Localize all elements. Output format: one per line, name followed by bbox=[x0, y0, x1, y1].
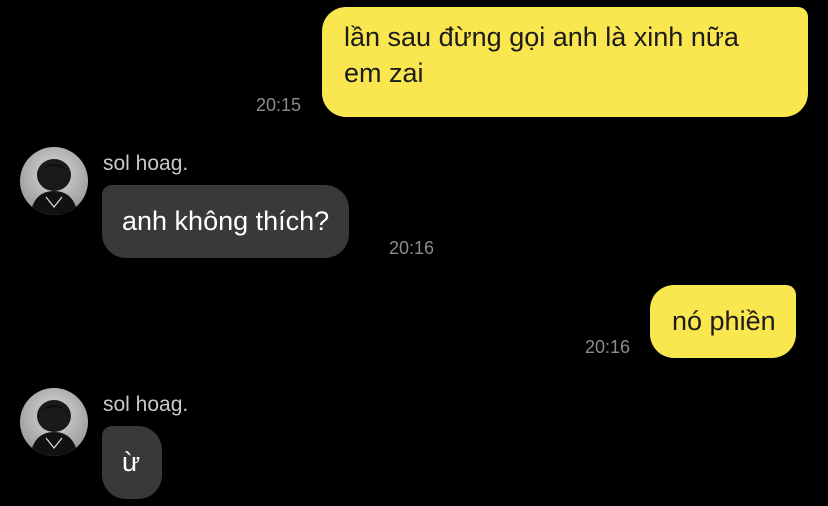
outgoing-message-bubble[interactable]: lần sau đừng gọi anh là xinh nữa em zai bbox=[322, 7, 808, 117]
timestamp: 20:16 bbox=[585, 337, 631, 357]
timestamp: 20:15 bbox=[256, 95, 302, 115]
sender-name: sol hoag. bbox=[103, 393, 189, 416]
incoming-message-bubble[interactable]: anh không thích? bbox=[102, 185, 350, 258]
message-text-line: lần sau đừng gọi anh là xinh nữa bbox=[344, 22, 739, 52]
incoming-message-bubble[interactable]: ừ bbox=[102, 426, 162, 499]
avatar-photo-icon bbox=[20, 147, 88, 215]
timestamp: 20:16 bbox=[389, 238, 435, 258]
sender-avatar[interactable] bbox=[20, 147, 88, 215]
message-text: ừ bbox=[122, 447, 141, 477]
avatar-photo-icon bbox=[20, 388, 88, 456]
message-text: anh không thích? bbox=[122, 206, 330, 236]
message-text: nó phiền bbox=[672, 306, 776, 336]
outgoing-message-bubble[interactable]: nó phiền bbox=[650, 285, 796, 358]
sender-avatar[interactable] bbox=[20, 388, 88, 456]
sender-name: sol hoag. bbox=[103, 152, 189, 175]
message-text-line: em zai bbox=[344, 58, 424, 88]
